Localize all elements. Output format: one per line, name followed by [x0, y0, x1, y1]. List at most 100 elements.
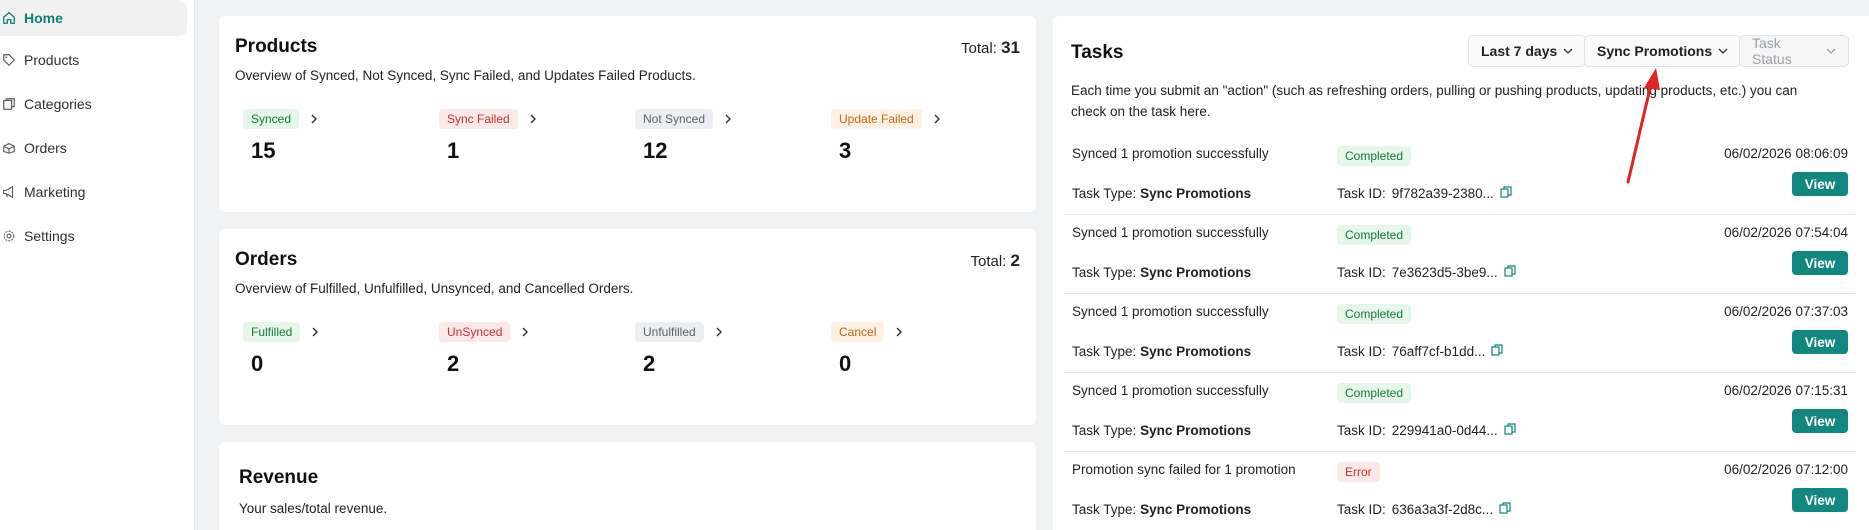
- task-type: Task Type: Sync Promotions: [1072, 423, 1252, 438]
- products-title: Products: [235, 36, 318, 57]
- chevron-down-icon: [1718, 43, 1728, 59]
- stat-value: 15: [251, 138, 276, 163]
- task-status-filter-dropdown[interactable]: Task Status: [1739, 35, 1849, 67]
- stat-value: 0: [251, 351, 264, 376]
- task-type: Task Type: Sync Promotions: [1072, 186, 1252, 201]
- task-type-filter-dropdown[interactable]: Sync Promotions: [1584, 35, 1742, 67]
- orders-card: Orders Total: 2 Overview of Fulfilled, U…: [219, 229, 1036, 425]
- task-id: Task ID: 9f782a39-2380...: [1337, 186, 1512, 201]
- sidebar-item-settings[interactable]: Settings: [0, 218, 187, 254]
- status-badge: Not Synced: [635, 109, 714, 129]
- categories-icon: [2, 97, 16, 111]
- stat-value: 1: [447, 138, 460, 163]
- orders-title: Orders: [235, 249, 298, 270]
- task-id: Task ID: 229941a0-0d44...: [1337, 423, 1516, 438]
- status-badge: Synced: [243, 109, 300, 129]
- task-timestamp: 06/02/2026 07:37:03: [1724, 304, 1848, 319]
- status-badge: Unfulfilled: [635, 322, 704, 342]
- stat-value: 2: [643, 351, 656, 376]
- task-row: Synced 1 promotion successfully Complete…: [1064, 373, 1856, 452]
- stat-value: 12: [643, 138, 668, 163]
- stat-cancel[interactable]: Cancel 0: [831, 321, 1021, 377]
- status-badge: Completed: [1337, 383, 1412, 403]
- period-filter-dropdown[interactable]: Last 7 days: [1468, 35, 1587, 67]
- stat-value: 0: [839, 351, 852, 376]
- sidebar-item-marketing[interactable]: Marketing: [0, 174, 187, 210]
- orders-total: Total: 2: [970, 251, 1021, 270]
- stat-synced[interactable]: Synced 15: [243, 108, 433, 164]
- stat-value: 3: [839, 138, 852, 163]
- orders-total-value: 2: [1010, 251, 1020, 270]
- stat-fulfilled[interactable]: Fulfilled 0: [243, 321, 433, 377]
- task-timestamp: 06/02/2026 07:12:00: [1724, 462, 1848, 477]
- copy-icon[interactable]: [1504, 423, 1516, 438]
- sidebar-item-label: Orders: [24, 140, 67, 156]
- task-message: Synced 1 promotion successfully: [1072, 304, 1269, 319]
- status-badge: Completed: [1337, 225, 1412, 245]
- task-message: Synced 1 promotion successfully: [1072, 225, 1269, 240]
- task-id: Task ID: 636a3a3f-2d8c...: [1337, 502, 1511, 517]
- chevron-right-icon: [932, 114, 942, 124]
- status-badge: Sync Failed: [439, 109, 518, 129]
- view-button[interactable]: View: [1792, 409, 1848, 433]
- orders-description: Overview of Fulfilled, Unfulfilled, Unsy…: [235, 281, 634, 296]
- copy-icon[interactable]: [1499, 502, 1511, 517]
- gear-icon: [2, 229, 16, 243]
- view-button[interactable]: View: [1792, 488, 1848, 512]
- task-type: Task Type: Sync Promotions: [1072, 265, 1252, 280]
- sidebar-item-products[interactable]: Products: [0, 42, 187, 78]
- chevron-right-icon: [520, 327, 530, 337]
- status-badge: Cancel: [831, 322, 885, 342]
- view-button[interactable]: View: [1792, 251, 1848, 275]
- task-id: Task ID: 76aff7cf-b1dd...: [1337, 344, 1503, 359]
- task-message: Promotion sync failed for 1 promotion: [1072, 462, 1296, 477]
- app-layout: Home Products Categories Orders Marketin…: [0, 0, 1869, 530]
- home-icon: [2, 11, 16, 25]
- sidebar-item-home[interactable]: Home: [0, 0, 187, 36]
- view-button[interactable]: View: [1792, 330, 1848, 354]
- view-button[interactable]: View: [1792, 172, 1848, 196]
- megaphone-icon: [2, 185, 16, 199]
- tasks-title: Tasks: [1071, 42, 1124, 63]
- task-timestamp: 06/02/2026 08:06:09: [1724, 146, 1848, 161]
- chevron-right-icon: [894, 327, 904, 337]
- chevron-down-icon: [1826, 43, 1836, 59]
- stat-sync-failed[interactable]: Sync Failed 1: [439, 108, 629, 164]
- products-description: Overview of Synced, Not Synced, Sync Fai…: [235, 68, 696, 83]
- task-message: Synced 1 promotion successfully: [1072, 146, 1269, 161]
- tasks-description: Each time you submit an "action" (such a…: [1071, 83, 1798, 119]
- copy-icon[interactable]: [1504, 265, 1516, 280]
- stat-update-failed[interactable]: Update Failed 3: [831, 108, 1021, 164]
- task-message: Synced 1 promotion successfully: [1072, 383, 1269, 398]
- sidebar-item-orders[interactable]: Orders: [0, 130, 187, 166]
- status-badge: Update Failed: [831, 109, 922, 129]
- products-total-value: 31: [1001, 38, 1020, 57]
- chevron-right-icon: [528, 114, 538, 124]
- task-type: Task Type: Sync Promotions: [1072, 502, 1252, 517]
- sidebar: Home Products Categories Orders Marketin…: [0, 0, 195, 530]
- chevron-right-icon: [309, 114, 319, 124]
- task-id: Task ID: 7e3623d5-3be9...: [1337, 265, 1516, 280]
- orders-icon: [2, 141, 16, 155]
- task-row: Synced 1 promotion successfully Complete…: [1064, 136, 1856, 215]
- stat-unsynced[interactable]: UnSynced 2: [439, 321, 629, 377]
- products-total: Total: 31: [961, 38, 1020, 57]
- copy-icon[interactable]: [1491, 344, 1503, 359]
- sidebar-item-label: Marketing: [24, 184, 86, 200]
- tag-icon: [2, 53, 16, 67]
- stat-value: 2: [447, 351, 460, 376]
- status-badge: UnSynced: [439, 322, 511, 342]
- stat-not-synced[interactable]: Not Synced 12: [635, 108, 825, 164]
- products-card: Products Total: 31 Overview of Synced, N…: [219, 16, 1036, 212]
- status-badge: Completed: [1337, 304, 1412, 324]
- stat-unfulfilled[interactable]: Unfulfilled 2: [635, 321, 825, 377]
- task-row: Synced 1 promotion successfully Complete…: [1064, 215, 1856, 294]
- copy-icon[interactable]: [1500, 186, 1512, 201]
- chevron-down-icon: [1563, 43, 1573, 59]
- sidebar-item-label: Categories: [24, 96, 92, 112]
- revenue-description: Your sales/total revenue.: [239, 501, 388, 516]
- status-badge: Error: [1337, 462, 1380, 482]
- sidebar-item-label: Settings: [24, 228, 75, 244]
- task-type: Task Type: Sync Promotions: [1072, 344, 1252, 359]
- sidebar-item-categories[interactable]: Categories: [0, 86, 187, 122]
